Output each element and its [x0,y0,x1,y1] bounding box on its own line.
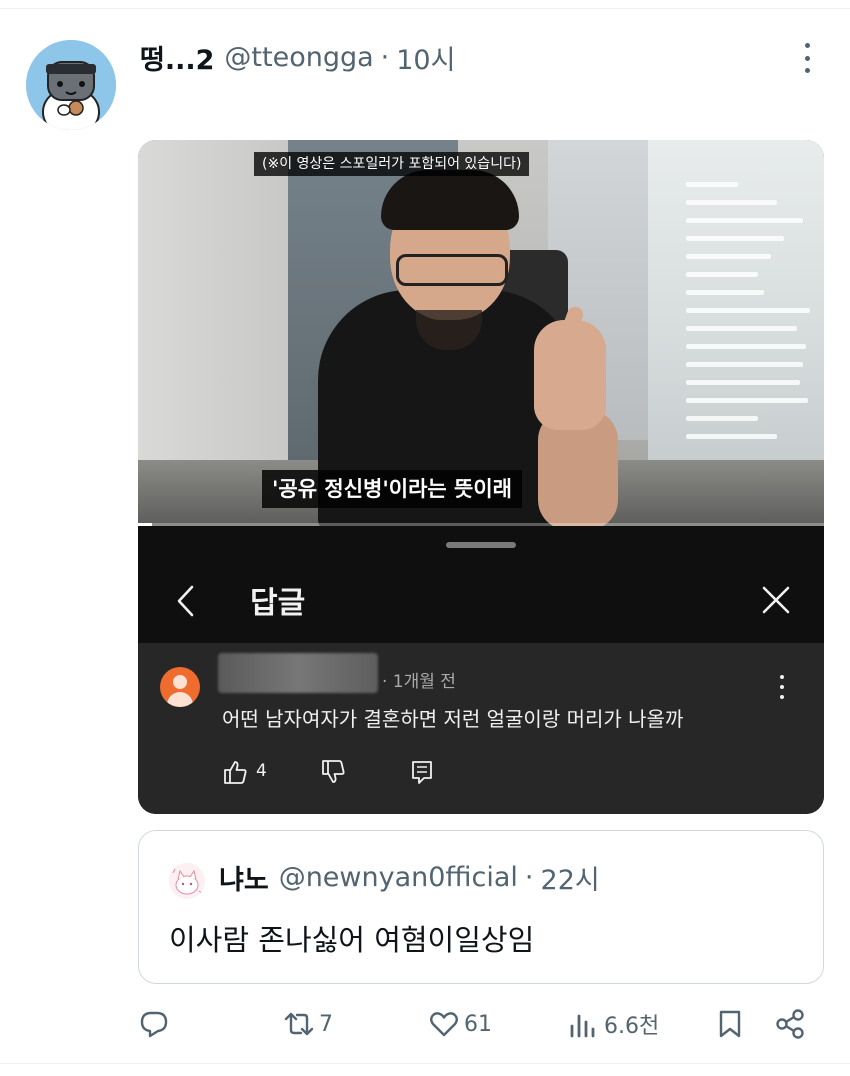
live-chat-lines [686,182,816,452]
commenter-avatar[interactable] [160,667,200,707]
replies-panel-header: 답글 [138,526,824,643]
heart-icon [430,1012,458,1037]
video-frame[interactable]: (※이 영상은 스포일러가 포함되어 있습니다) '공유 정신병'이라는 뜻이래 [138,140,824,526]
comment-reply-icon[interactable] [410,759,434,785]
author-handle[interactable]: @tteongga [224,42,373,73]
quoted-display-name[interactable]: 냐노 [219,858,269,897]
media-attachment[interactable]: (※이 영상은 스포일러가 포함되어 있습니다) '공유 정신병'이라는 뜻이래… [138,140,824,814]
replies-panel-title: 답글 [250,586,306,621]
thumbs-up-icon[interactable] [222,759,248,785]
bookmark-button[interactable] [714,1006,746,1042]
comment-item: · 1개월 전 어떤 남자여자가 결혼하면 저런 얼굴이랑 머리가 나올까 4 [138,643,824,814]
commenter-name-redacted [218,653,378,693]
quoted-handle[interactable]: @newnyan0fficial [279,862,518,893]
quoted-author-avatar[interactable] [169,863,205,899]
views-icon [570,1014,595,1038]
like-button[interactable]: 61 [428,1006,492,1042]
header-separator: · [380,41,390,73]
bottom-divider [0,1063,850,1064]
bookmark-icon [719,1010,741,1038]
quoted-timestamp[interactable]: 22시 [541,858,600,897]
more-vertical-icon[interactable] [796,40,818,76]
pink-cat-avatar-icon [169,863,205,899]
like-count: 61 [464,1011,492,1037]
share-button[interactable] [774,1006,806,1042]
quoted-tweet-header: 냐노 @newnyan0fficial · 22시 [219,857,600,897]
views-count: 6.6천 [604,1014,660,1039]
video-person-glasses [396,254,508,286]
views-button[interactable]: 6.6천 [568,1006,659,1042]
comment-text: 어떤 남자여자가 결혼하면 저런 얼굴이랑 머리가 나올까 [222,707,684,731]
comment-timestamp: · 1개월 전 [382,672,456,692]
tweet-timestamp[interactable]: 10시 [396,38,455,77]
comment-like-count: 4 [256,761,267,781]
cat-avatar-icon [26,40,116,130]
chevron-left-icon[interactable] [174,584,196,618]
reply-button[interactable] [138,1006,170,1042]
tweet-header: 떵...2 @tteongga · 10시 [140,36,455,78]
video-person-hair [381,170,519,230]
video-background-wall [138,140,288,460]
quoted-tweet[interactable]: 냐노 @newnyan0fficial · 22시 이사람 존나싫어 여혐이일상… [138,830,824,984]
reply-icon [140,1011,168,1038]
top-divider [0,8,850,9]
quoted-tweet-text: 이사람 존나싫어 여혐이일상임 [169,923,535,957]
retweet-icon [284,1012,314,1036]
comment-more-icon[interactable] [778,675,786,699]
drag-handle[interactable] [446,542,516,548]
share-icon [776,1009,804,1039]
video-subtitle: '공유 정신병'이라는 뜻이래 [262,470,522,508]
quoted-separator: · [524,861,534,893]
spoiler-notice: (※이 영상은 스포일러가 포함되어 있습니다) [254,152,530,176]
author-avatar[interactable] [26,40,116,130]
close-icon[interactable] [762,586,790,614]
author-display-name[interactable]: 떵...2 [140,38,214,77]
thumbs-down-icon[interactable] [320,759,346,785]
retweet-button[interactable]: 7 [283,1006,333,1042]
retweet-count: 7 [319,1011,333,1037]
